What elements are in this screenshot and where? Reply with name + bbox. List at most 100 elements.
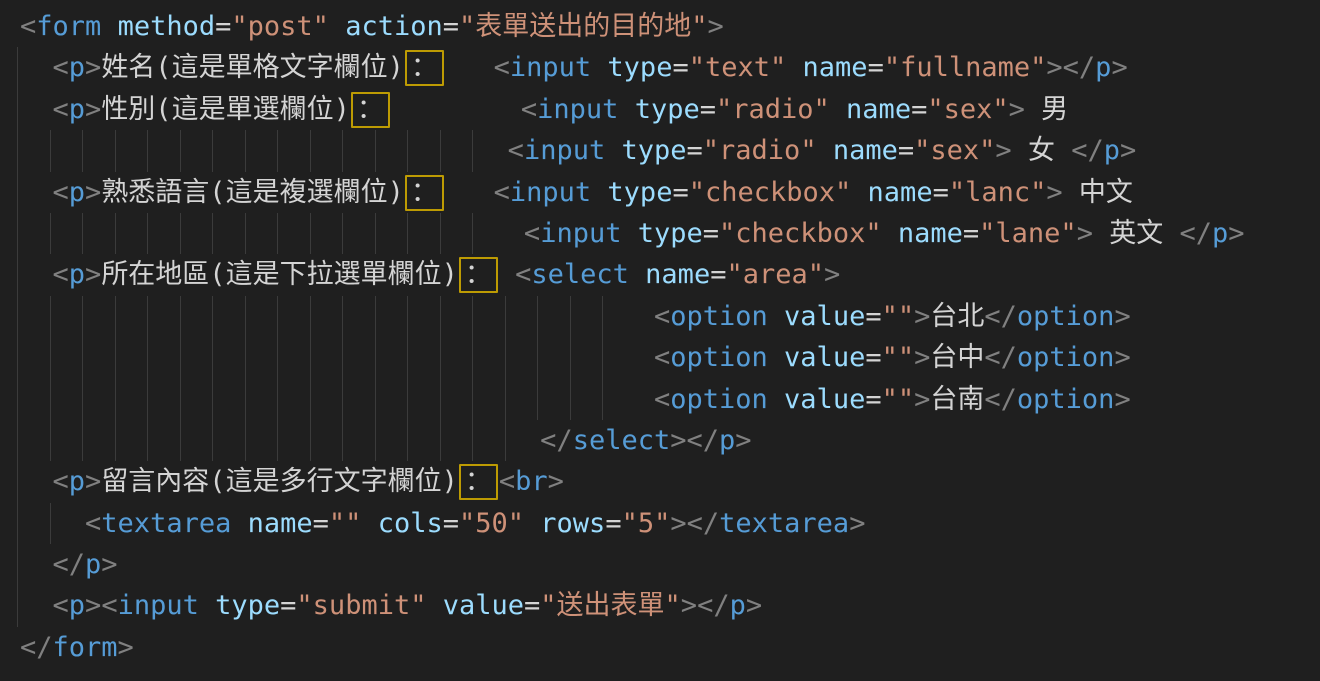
token-attr: type xyxy=(607,177,672,208)
token-tag: br xyxy=(515,466,548,497)
token-tag: form xyxy=(53,632,118,663)
token-text xyxy=(786,52,802,83)
code-line-6[interactable]: <input type="checkbox" name="lane"> 英文 <… xyxy=(20,213,1320,254)
code-text: <option value="">台北</option> xyxy=(20,296,1131,337)
code-text: <input type="radio" name="sex"> 女 </p> xyxy=(20,130,1136,171)
code-text: <p>姓名(這是單格文字欄位)： <input type="text" name… xyxy=(20,47,1128,88)
token-tag: input xyxy=(118,590,199,621)
token-string: "fullname" xyxy=(884,52,1047,83)
token-eq: = xyxy=(524,590,540,621)
code-line-10[interactable]: <option value="">台南</option> xyxy=(20,379,1320,420)
token-attr: type xyxy=(607,52,672,83)
code-line-12[interactable]: <p>留言內容(這是多行文字欄位)：<br> xyxy=(20,461,1320,502)
code-text: <option value="">台中</option> xyxy=(20,337,1131,378)
token-text: 姓名(這是單格文字欄位) xyxy=(101,52,404,83)
token-bracket: > xyxy=(995,135,1011,166)
ambiguous-unicode-highlight: ： xyxy=(459,257,498,293)
token-eq: = xyxy=(605,508,621,539)
token-text xyxy=(391,94,521,125)
indent-guide xyxy=(17,585,18,626)
token-text xyxy=(20,301,654,332)
token-tag: option xyxy=(670,384,768,415)
ambiguous-unicode-highlight: ： xyxy=(459,464,498,500)
token-attr: name xyxy=(846,94,911,125)
token-string: "checkbox" xyxy=(719,218,882,249)
token-tag: input xyxy=(537,94,618,125)
token-text xyxy=(231,508,247,539)
token-eq: = xyxy=(710,259,726,290)
token-string: "lane" xyxy=(979,218,1077,249)
code-line-2[interactable]: <p>姓名(這是單格文字欄位)： <input type="text" name… xyxy=(20,47,1320,88)
token-text xyxy=(20,425,540,456)
token-text xyxy=(445,177,494,208)
token-text xyxy=(20,384,654,415)
token-bracket: > xyxy=(85,177,101,208)
token-tag: option xyxy=(1017,384,1115,415)
code-line-14[interactable]: </p> xyxy=(20,544,1320,585)
token-bracket: < xyxy=(654,301,670,332)
token-eq: = xyxy=(933,177,949,208)
token-text xyxy=(499,259,515,290)
token-bracket: > xyxy=(1077,218,1093,249)
token-eq: = xyxy=(215,11,231,42)
token-bracket: > xyxy=(1120,135,1136,166)
token-string: "送出表單" xyxy=(540,590,681,621)
token-eq: = xyxy=(443,11,459,42)
token-text: 熟悉語言(這是複選欄位) xyxy=(101,177,404,208)
code-line-1[interactable]: <form method="post" action="表單送出的目的地"> xyxy=(20,6,1320,47)
code-line-8[interactable]: <option value="">台北</option> xyxy=(20,296,1320,337)
code-line-5[interactable]: <p>熟悉語言(這是複選欄位)： <input type="checkbox" … xyxy=(20,172,1320,213)
token-bracket: </ xyxy=(540,425,573,456)
token-text xyxy=(329,11,345,42)
code-editor[interactable]: <form method="post" action="表單送出的目的地"> <… xyxy=(0,0,1320,681)
token-text xyxy=(426,590,442,621)
token-tag: input xyxy=(510,52,591,83)
token-bracket: < xyxy=(494,177,510,208)
token-bracket: < xyxy=(521,94,537,125)
token-bracket: > xyxy=(914,384,930,415)
token-text xyxy=(830,94,846,125)
token-tag: input xyxy=(510,177,591,208)
token-bracket: > xyxy=(1046,177,1062,208)
code-line-4[interactable]: <input type="radio" name="sex"> 女 </p> xyxy=(20,130,1320,171)
token-bracket: > xyxy=(849,508,865,539)
token-text xyxy=(199,590,215,621)
token-text xyxy=(20,590,53,621)
token-attr: rows xyxy=(540,508,605,539)
token-bracket: > xyxy=(708,11,724,42)
code-text: <p>留言內容(這是多行文字欄位)：<br> xyxy=(20,461,564,502)
token-bracket: < xyxy=(53,590,69,621)
code-text: <p><input type="submit" value="送出表單"></p… xyxy=(20,585,762,626)
token-string: "sex" xyxy=(927,94,1008,125)
code-line-16[interactable]: </form> xyxy=(20,627,1320,668)
token-tag: p xyxy=(730,590,746,621)
indent-guide xyxy=(17,254,18,295)
token-text: 台南 xyxy=(930,384,984,415)
token-tag: select xyxy=(531,259,629,290)
token-bracket: > xyxy=(118,632,134,663)
token-text: 所在地區(這是下拉選單欄位) xyxy=(101,259,458,290)
token-bracket: < xyxy=(53,52,69,83)
code-line-9[interactable]: <option value="">台中</option> xyxy=(20,337,1320,378)
token-eq: = xyxy=(672,177,688,208)
token-bracket: > xyxy=(1114,342,1130,373)
token-bracket: </ xyxy=(984,384,1017,415)
code-line-13[interactable]: <textarea name="" cols="50" rows="5"></t… xyxy=(20,503,1320,544)
token-bracket: > xyxy=(101,549,117,580)
token-attr: type xyxy=(621,135,686,166)
code-line-7[interactable]: <p>所在地區(這是下拉選單欄位)： <select name="area"> xyxy=(20,254,1320,295)
token-bracket: < xyxy=(515,259,531,290)
code-text: </select></p> xyxy=(20,420,752,461)
token-text: 留言內容(這是多行文字欄位) xyxy=(101,466,458,497)
token-text xyxy=(621,218,637,249)
code-line-11[interactable]: </select></p> xyxy=(20,420,1320,461)
code-text: <p>性別(這是單選欄位)： <input type="radio" name=… xyxy=(20,89,1068,130)
code-line-15[interactable]: <p><input type="submit" value="送出表單"></p… xyxy=(20,585,1320,626)
indent-guide xyxy=(17,461,18,502)
token-bracket: > xyxy=(1114,301,1130,332)
token-string: "表單送出的目的地" xyxy=(459,11,708,42)
token-bracket: > xyxy=(85,94,101,125)
token-tag: textarea xyxy=(719,508,849,539)
token-eq: = xyxy=(911,94,927,125)
code-line-3[interactable]: <p>性別(這是單選欄位)： <input type="radio" name=… xyxy=(20,89,1320,130)
